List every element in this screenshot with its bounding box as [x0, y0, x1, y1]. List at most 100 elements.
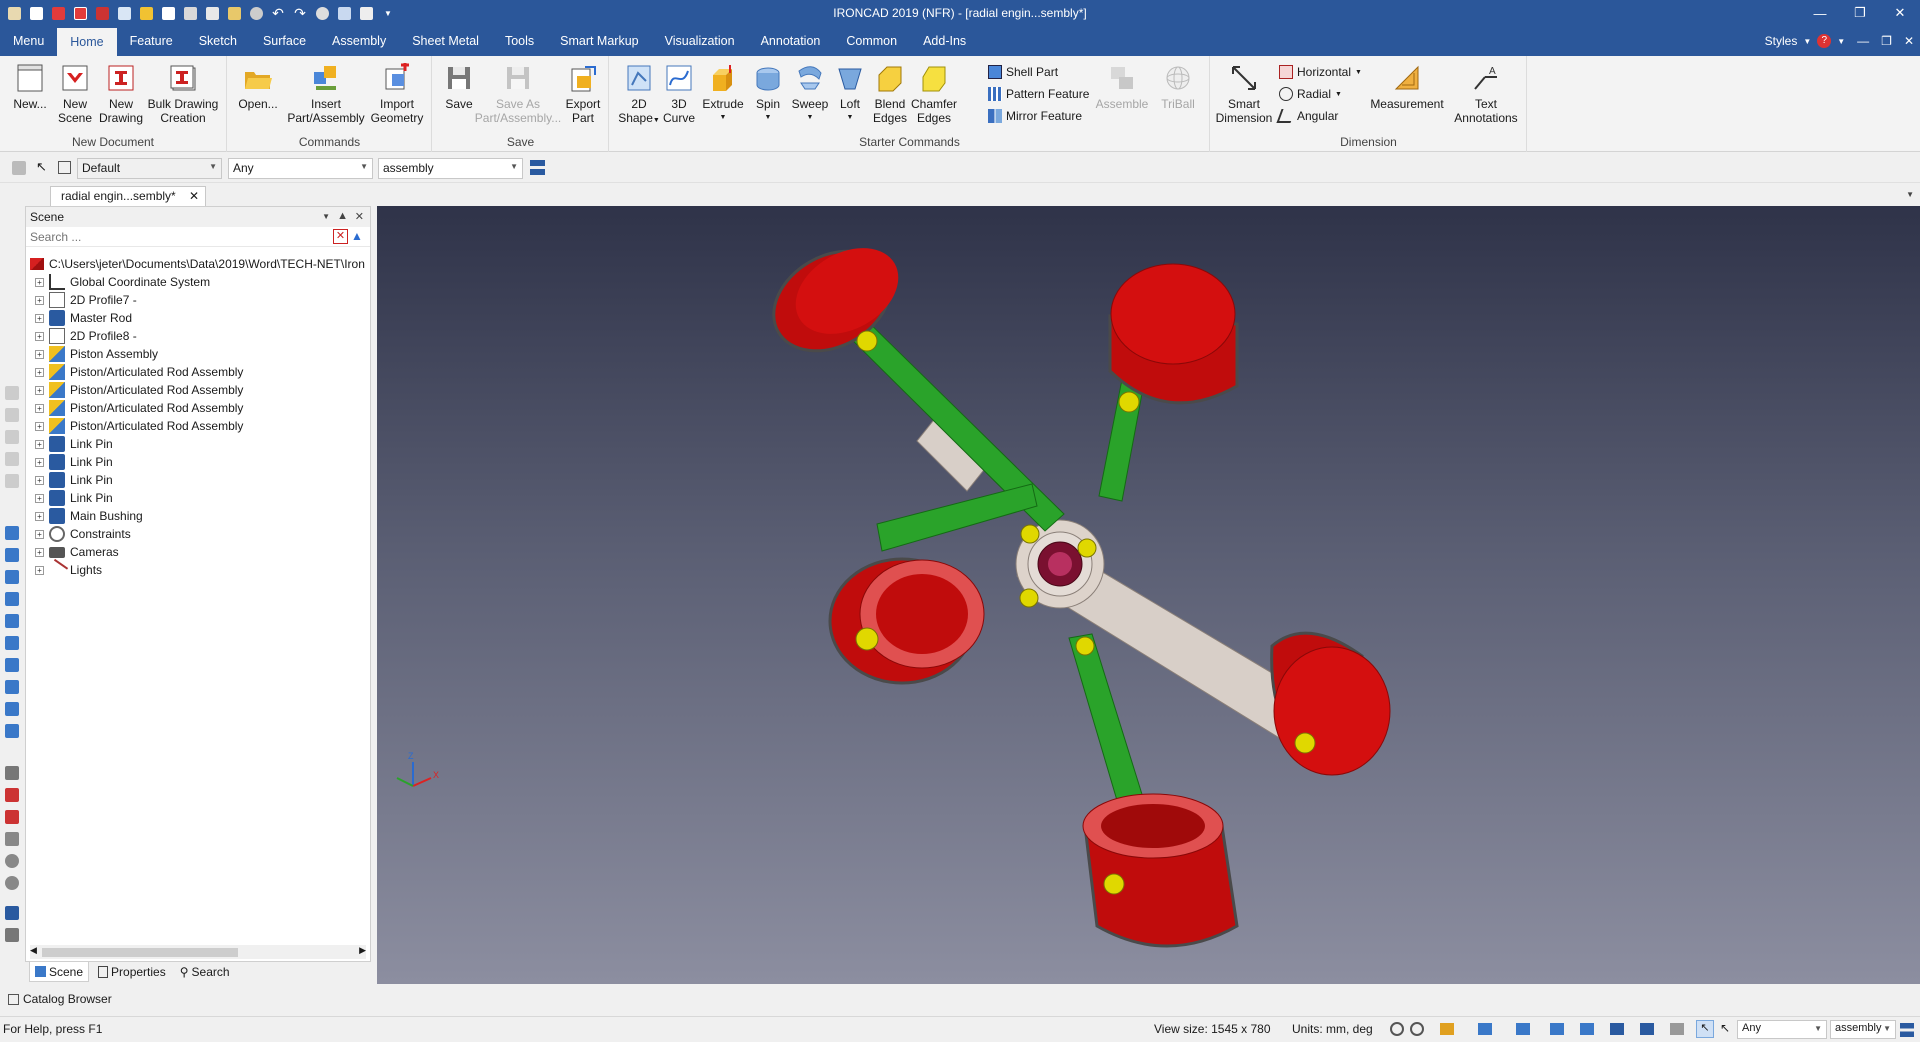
tab-feature[interactable]: Feature — [117, 26, 186, 56]
expand-icon[interactable]: + — [35, 475, 44, 485]
extrude-button[interactable]: Extrude ▼ — [700, 62, 746, 125]
filter-combo[interactable]: Any ▼ — [228, 158, 373, 179]
measure-tool-icon[interactable] — [5, 810, 19, 824]
document-tab[interactable]: radial engin...sembly* ✕ — [50, 186, 206, 206]
expand-icon[interactable]: + — [35, 439, 44, 449]
status-filter-combo[interactable]: Any ▼ — [1737, 1020, 1827, 1039]
tree-item-global-coordinate-system[interactable]: + Global Coordinate System — [26, 273, 370, 291]
tree-item-lights[interactable]: + Lights — [26, 558, 370, 582]
expand-icon[interactable]: + — [35, 385, 44, 395]
rotate-tool-icon[interactable] — [5, 876, 19, 890]
expand-icon[interactable]: + — [35, 295, 44, 305]
insert-part-assembly-button[interactable]: Insert Part/Assembly — [284, 62, 368, 125]
assemble-button[interactable]: Assemble — [1094, 62, 1150, 111]
cylinder-tool-icon[interactable] — [5, 658, 19, 672]
panel-pin-icon[interactable]: ▲ — [337, 210, 348, 222]
customize-dropdown-icon[interactable]: ▼ — [378, 3, 398, 23]
restore-button[interactable]: ❐ — [1840, 0, 1880, 26]
cube-top-icon[interactable] — [5, 592, 19, 606]
expand-icon[interactable]: + — [35, 529, 44, 539]
expand-icon[interactable]: + — [35, 457, 44, 467]
open-icon[interactable] — [136, 3, 156, 23]
close-window-button[interactable]: ✕ — [1880, 0, 1920, 26]
tree-item-piston-rod-assembly-1[interactable]: + Piston/Articulated Rod Assembly — [26, 363, 370, 381]
chamfer-edges-button[interactable]: Chamfer Edges — [910, 62, 958, 125]
select-mode-icon[interactable] — [58, 161, 71, 174]
import-geometry-button[interactable]: Import Geometry — [366, 62, 428, 125]
link-pin-4[interactable] — [1075, 636, 1095, 656]
camera-icon[interactable] — [1640, 1023, 1654, 1035]
horizontal-dropdown-icon[interactable]: ▼ — [1355, 69, 1362, 76]
bulk-drawing-icon[interactable] — [92, 3, 112, 23]
tree-item-link-pin-1[interactable]: + Link Pin — [26, 435, 370, 453]
2d-shape-dropdown-icon[interactable]: ▼ — [653, 117, 660, 124]
cube-iso-icon[interactable] — [5, 636, 19, 650]
tab-tools[interactable]: Tools — [492, 26, 547, 56]
tree-item-2d-profile7[interactable]: +2D Profile7 - — [26, 291, 370, 309]
text-annotations-button[interactable]: A Text Annotations — [1451, 62, 1521, 125]
select-status-icon[interactable]: ↖ — [1696, 1020, 1714, 1038]
expand-icon[interactable]: + — [35, 367, 44, 377]
expand-icon[interactable]: + — [35, 403, 44, 413]
expand-icon[interactable]: + — [35, 313, 44, 323]
expand-icon[interactable]: + — [35, 277, 44, 287]
radial-dimension-button[interactable]: Radial ▼ — [1279, 85, 1342, 103]
tree-item-link-pin-2[interactable]: + Link Pin — [26, 453, 370, 471]
app-logo-icon[interactable] — [4, 3, 24, 23]
save-button[interactable]: Save — [441, 62, 477, 111]
bulk-drawing-creation-button[interactable]: Bulk Drawing Creation — [145, 62, 221, 125]
tree-item-2d-profile8[interactable]: +2D Profile8 - — [26, 327, 370, 345]
box-tool-icon[interactable] — [5, 474, 19, 488]
export-icon[interactable] — [114, 3, 134, 23]
panel-close-icon[interactable]: ✕ — [355, 210, 364, 223]
torus-tool-icon[interactable] — [5, 724, 19, 738]
2d-shape-button[interactable]: 2D Shape▼ — [618, 62, 660, 128]
export-part-button[interactable]: Export Part — [561, 62, 605, 125]
cube-side-icon[interactable] — [5, 570, 19, 584]
section-view-icon[interactable] — [1580, 1023, 1594, 1035]
angular-dimension-button[interactable]: Angular — [1276, 107, 1338, 125]
clear-search-icon[interactable]: ✕ — [333, 229, 348, 244]
3d-curve-button[interactable]: 3D Curve — [663, 62, 695, 125]
spin-dropdown-icon[interactable]: ▼ — [765, 111, 772, 125]
styles-dropdown-arrow-icon[interactable]: ▼ — [1803, 37, 1811, 46]
pattern-feature-button[interactable]: Pattern Feature — [988, 85, 1089, 103]
expand-icon[interactable]: + — [35, 565, 44, 575]
tab-assembly[interactable]: Assembly — [319, 26, 399, 56]
menu-icon[interactable] — [356, 3, 376, 23]
expand-icon[interactable]: + — [35, 547, 44, 557]
tree-item-piston-rod-assembly-3[interactable]: + Piston/Articulated Rod Assembly — [26, 399, 370, 417]
horizontal-dimension-button[interactable]: Horizontal ▼ — [1279, 63, 1362, 81]
expand-icon[interactable]: + — [35, 493, 44, 503]
tab-annotation[interactable]: Annotation — [748, 26, 834, 56]
layout-icon[interactable] — [1610, 1023, 1624, 1035]
hierarchy-status-icon[interactable] — [1900, 1023, 1914, 1037]
tree-item-piston-assembly[interactable]: + Piston Assembly — [26, 345, 370, 363]
cube-tool-icon[interactable] — [5, 526, 19, 540]
settings-icon[interactable] — [246, 3, 266, 23]
new-drawing-button[interactable]: New Drawing — [99, 62, 143, 125]
triball-button[interactable]: TriBall — [1158, 62, 1198, 111]
loft-button[interactable]: Loft ▼ — [832, 62, 868, 125]
radial-dropdown-icon[interactable]: ▼ — [1335, 91, 1342, 98]
mirror-feature-button[interactable]: Mirror Feature — [988, 107, 1082, 125]
tree-item-master-rod[interactable]: + Master Rod — [26, 309, 370, 327]
sphere-tool-icon[interactable] — [5, 702, 19, 716]
note-tool-icon[interactable] — [5, 906, 19, 920]
tree-item-constraints[interactable]: + Constraints — [26, 525, 370, 543]
tab-properties[interactable]: Properties — [93, 962, 171, 982]
ruler-tool-icon[interactable] — [5, 928, 19, 942]
cube-front-icon[interactable] — [5, 548, 19, 562]
link-pin-3[interactable] — [1019, 588, 1039, 608]
properties-icon[interactable] — [158, 3, 178, 23]
sketch-tool-icon[interactable] — [5, 766, 19, 780]
close-tab-icon[interactable]: ✕ — [189, 189, 199, 203]
edit-tool-icon[interactable] — [5, 386, 19, 400]
save-as-part-assembly-button[interactable]: Save As Part/Assembly... — [475, 62, 561, 125]
catalog-browser-bar[interactable]: Catalog Browser — [0, 988, 1920, 1010]
tree-item-piston-rod-assembly-4[interactable]: + Piston/Articulated Rod Assembly — [26, 417, 370, 435]
help-dropdown-icon[interactable]: ▼ — [1837, 37, 1845, 46]
level-combo[interactable]: assembly ▼ — [378, 158, 523, 179]
tree-item-piston-rod-assembly-2[interactable]: + Piston/Articulated Rod Assembly — [26, 381, 370, 399]
horizontal-scrollbar[interactable]: ◀ ▶ — [30, 945, 366, 959]
